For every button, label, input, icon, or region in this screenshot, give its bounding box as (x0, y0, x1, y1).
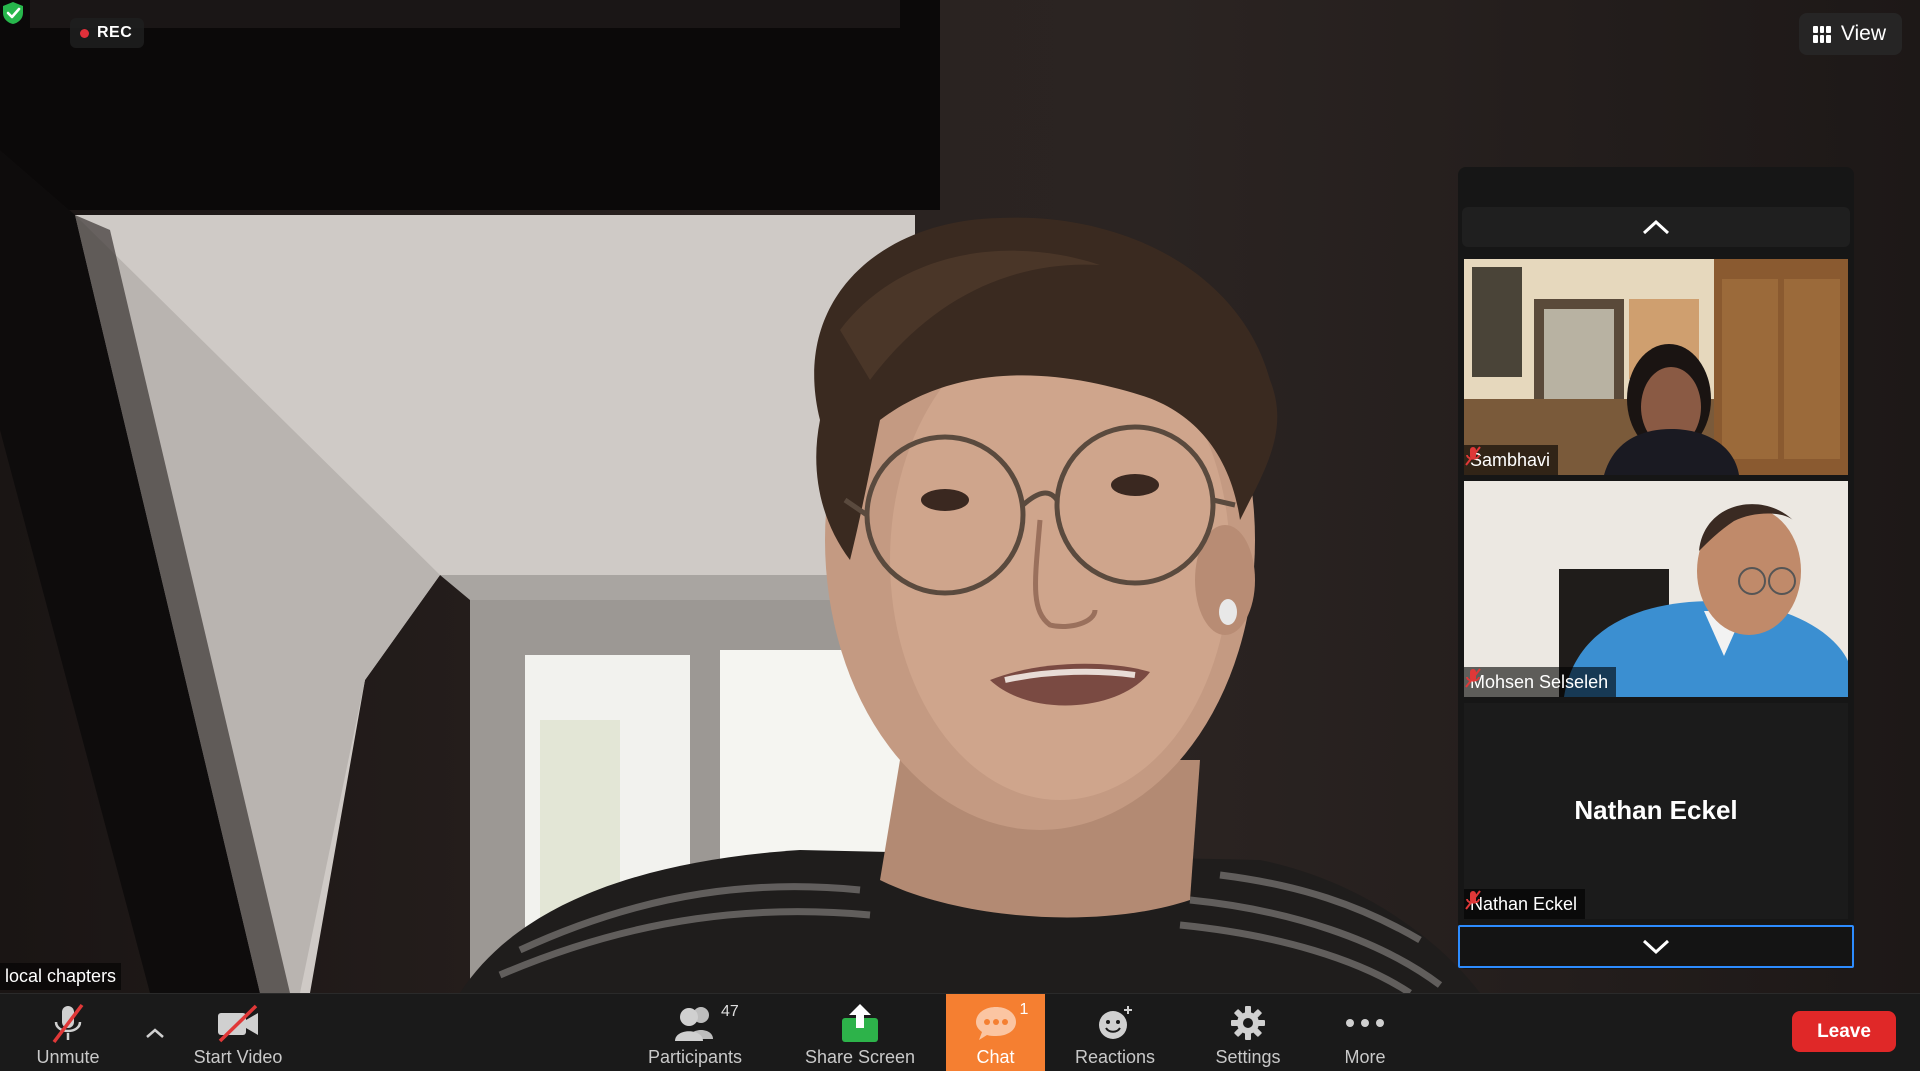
more-dots-icon (1346, 1019, 1384, 1027)
view-button[interactable]: View (1798, 13, 1902, 55)
gallery-scroll-up-button[interactable] (1462, 207, 1850, 247)
participant-name-label: Sambhavi (1464, 445, 1559, 475)
participant-name-label: Nathan Eckel (1464, 889, 1586, 919)
participant-tile[interactable]: Nathan Eckel Nathan Eckel (1464, 703, 1848, 919)
participant-video (1464, 481, 1848, 697)
start-video-button[interactable]: Start Video (188, 994, 288, 1071)
recording-label: REC (97, 24, 133, 41)
muted-mic-icon (1465, 668, 1481, 688)
participant-tile[interactable]: Mohsen Selseleh (1464, 481, 1848, 697)
participant-name: Mohsen Selseleh (1470, 671, 1609, 692)
participants-count: 47 (721, 1003, 739, 1020)
unmute-button[interactable]: Unmute (28, 994, 108, 1071)
audio-options-button[interactable] (140, 994, 170, 1071)
start-video-label: Start Video (193, 1047, 283, 1067)
video-off-icon (218, 1004, 258, 1043)
active-speaker-name: local chapters (0, 963, 122, 990)
muted-microphone-icon (52, 1003, 84, 1044)
muted-mic-icon (1465, 446, 1481, 466)
participants-button[interactable]: 47 Participants (640, 994, 750, 1071)
security-shield-icon[interactable] (0, 0, 26, 26)
settings-label: Settings (1215, 1047, 1281, 1067)
reactions-label: Reactions (1074, 1047, 1156, 1067)
leave-meeting-button[interactable]: Leave (1792, 1011, 1896, 1052)
more-label: More (1344, 1047, 1386, 1067)
share-screen-button[interactable]: Share Screen (800, 994, 920, 1071)
share-screen-label: Share Screen (804, 1047, 916, 1067)
participant-name: Sambhavi (1470, 449, 1551, 470)
chevron-up-icon (146, 1028, 164, 1038)
chat-label: Chat (976, 1047, 1015, 1067)
meeting-toolbar: Unmute Start Video 47 Participants Share… (0, 993, 1920, 1071)
view-label: View (1840, 22, 1886, 45)
participants-label: Participants (647, 1047, 743, 1067)
participant-video (1464, 259, 1848, 475)
participant-display-name: Nathan Eckel (1574, 795, 1738, 825)
participants-icon (675, 1007, 713, 1041)
gallery-grid-icon (1812, 25, 1831, 43)
unmute-label: Unmute (36, 1047, 100, 1067)
smiley-plus-icon (1099, 1006, 1132, 1039)
chevron-up-icon (1642, 219, 1670, 235)
gallery-strip: Sambhavi Mohsen Selseleh Nathan Eckel Na… (1458, 167, 1854, 969)
muted-mic-icon (1465, 890, 1481, 910)
reactions-button[interactable]: Reactions (1070, 994, 1160, 1071)
chat-bubble-icon (975, 1007, 1016, 1040)
chat-button[interactable]: 1 Chat (946, 994, 1045, 1071)
gallery-scroll-down-button[interactable] (1458, 925, 1854, 968)
recording-dot-icon (80, 28, 89, 38)
recording-indicator[interactable]: REC (70, 18, 145, 48)
gear-icon (1231, 1006, 1265, 1040)
participant-tile[interactable]: Sambhavi (1464, 259, 1848, 475)
participant-name-label: Mohsen Selseleh (1464, 667, 1617, 697)
chat-unread-count: 1 (1019, 1001, 1029, 1018)
participant-name: Nathan Eckel (1470, 893, 1578, 914)
more-button[interactable]: More (1340, 994, 1390, 1071)
chevron-down-icon (1642, 939, 1670, 954)
settings-button[interactable]: Settings (1208, 994, 1288, 1071)
share-screen-icon (842, 1004, 878, 1042)
